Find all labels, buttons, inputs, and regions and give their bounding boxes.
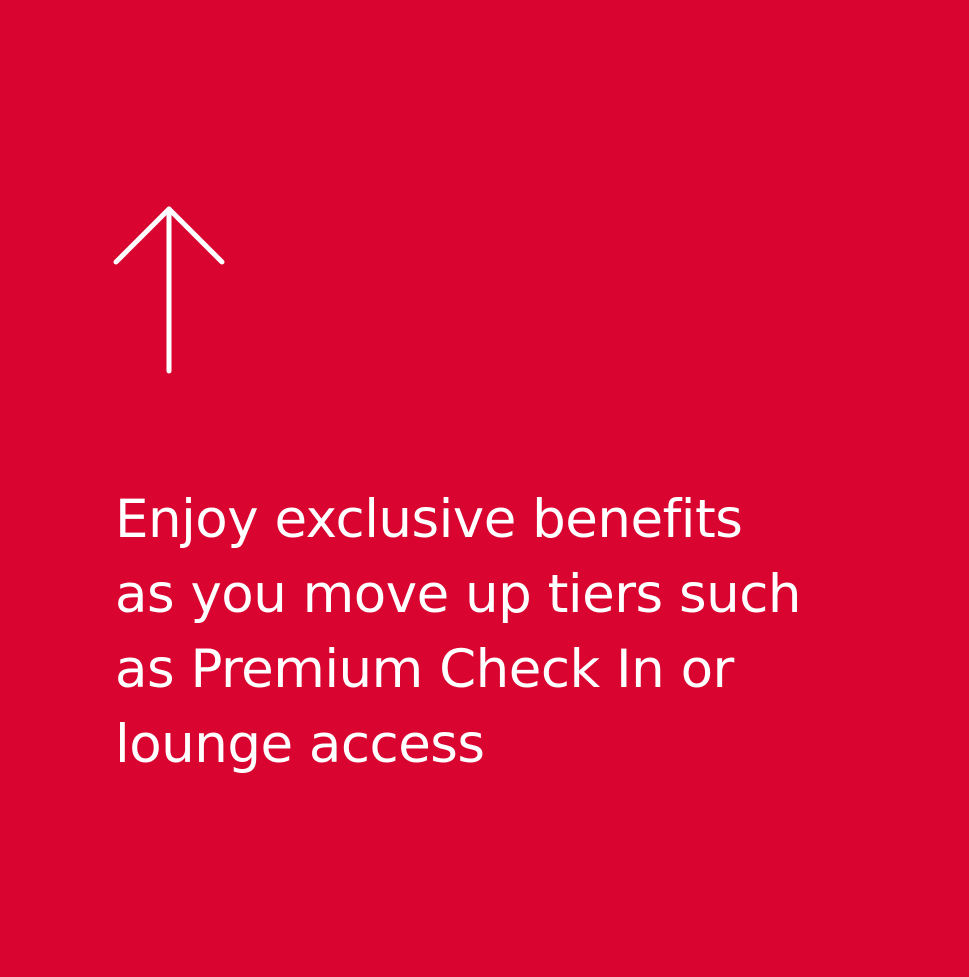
arrow-up-icon [112,205,226,375]
tier-benefits-card: Enjoy exclusive benefits as you move up … [0,0,969,977]
benefits-message: Enjoy exclusive benefits as you move up … [115,489,801,775]
